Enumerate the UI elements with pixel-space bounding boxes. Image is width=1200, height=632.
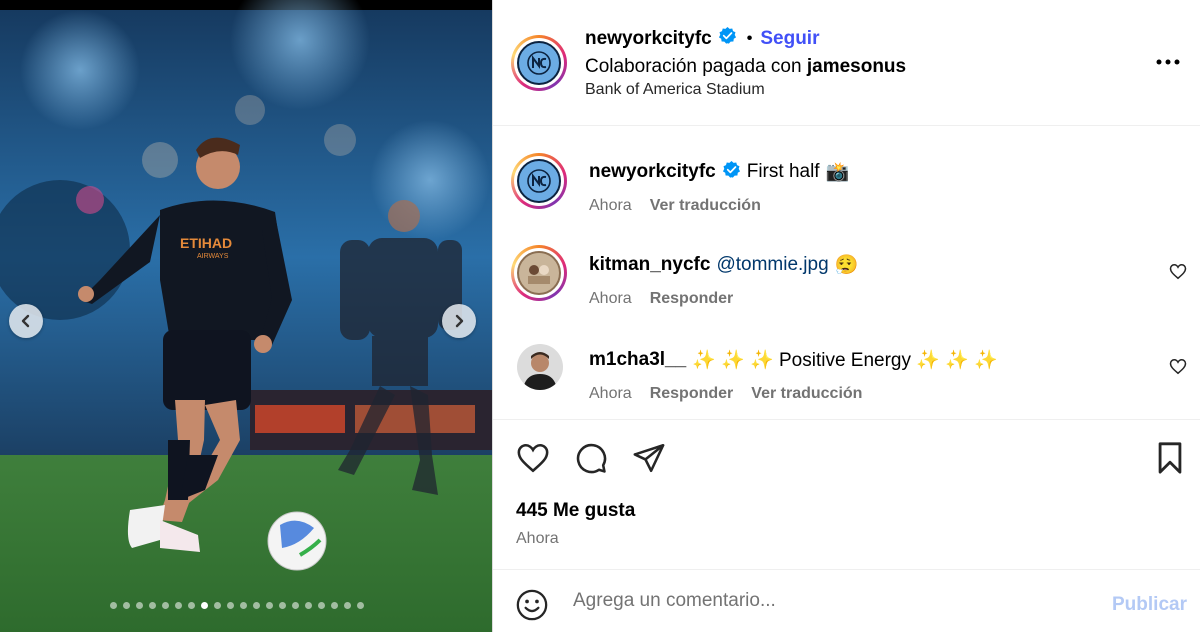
carousel-dot xyxy=(279,602,286,609)
soccer-player-photo: ETIHAD AIRWAYS xyxy=(0,0,492,632)
nycfc-logo-icon xyxy=(517,159,561,203)
header-author-line: newyorkcityfc • Seguir xyxy=(585,26,819,51)
location-link[interactable]: Bank of America Stadium xyxy=(585,81,765,99)
post-media: ETIHAD AIRWAYS xyxy=(0,0,492,632)
author-avatar[interactable] xyxy=(511,35,567,91)
commenter-avatar[interactable] xyxy=(511,245,567,301)
post-timestamp: Ahora xyxy=(516,530,559,547)
post-actions: 445 Me gusta Ahora xyxy=(493,420,1200,570)
carousel-next-button[interactable] xyxy=(442,304,476,338)
carousel-dot xyxy=(188,602,195,609)
like-button[interactable] xyxy=(516,442,550,479)
heart-outline-icon xyxy=(1169,263,1187,280)
carousel-dot xyxy=(149,602,156,609)
carousel-dot xyxy=(240,602,247,609)
paid-partnership-label: Colaboración pagada con xyxy=(585,56,802,77)
carousel-dot xyxy=(162,602,169,609)
carousel-dot xyxy=(123,602,130,609)
comment-translate-link[interactable]: Ver traducción xyxy=(751,385,862,403)
heart-outline-icon xyxy=(1169,358,1187,375)
comment-meta: Ahora Responder xyxy=(589,290,733,308)
share-button[interactable] xyxy=(632,441,666,480)
commenter-photo xyxy=(517,251,561,295)
chevron-right-icon xyxy=(455,314,464,328)
post-header: newyorkcityfc • Seguir Colaboración paga… xyxy=(493,0,1200,126)
reply-button[interactable]: Responder xyxy=(650,290,734,308)
carousel-indicator xyxy=(110,602,364,609)
likes-count[interactable]: 445 Me gusta xyxy=(516,500,635,522)
caption-username[interactable]: newyorkcityfc xyxy=(589,161,716,183)
carousel-dot xyxy=(110,602,117,609)
caption-author-avatar[interactable] xyxy=(511,153,567,209)
caption-translate-link[interactable]: Ver traducción xyxy=(650,197,761,215)
comment-text-line: kitman_nycfc @tommie.jpg 😮‍💨 xyxy=(589,253,858,277)
partner-username[interactable]: jamesonus xyxy=(807,56,906,77)
caption-meta: Ahora Ver traducción xyxy=(589,197,761,215)
commenter-avatar[interactable] xyxy=(517,344,563,390)
comment-username[interactable]: kitman_nycfc xyxy=(589,254,710,276)
carousel-dot xyxy=(136,602,143,609)
save-button[interactable] xyxy=(1155,441,1185,480)
comment-meta: Ahora Responder Ver traducción xyxy=(589,385,862,403)
carousel-dot xyxy=(344,602,351,609)
comment-mention[interactable]: @tommie.jpg xyxy=(716,254,828,276)
carousel-dot xyxy=(318,602,325,609)
caption-text-line: newyorkcityfc First half 📸 xyxy=(589,160,849,184)
carousel-dot xyxy=(253,602,260,609)
commenter-photo xyxy=(517,344,563,390)
smiley-face-icon xyxy=(516,589,548,621)
comment-bubble-icon xyxy=(576,443,607,474)
carousel-dot xyxy=(305,602,312,609)
heart-outline-icon xyxy=(517,443,549,473)
carousel-dot xyxy=(331,602,338,609)
bookmark-icon xyxy=(1158,442,1182,474)
comment-time: Ahora xyxy=(589,290,632,307)
carousel-dot xyxy=(266,602,273,609)
svg-text:ETIHAD: ETIHAD xyxy=(180,235,232,251)
comment-input[interactable] xyxy=(573,586,1093,616)
comment-text: ✨ ✨ ✨ Positive Energy ✨ ✨ ✨ xyxy=(692,350,998,371)
comment-like-button[interactable] xyxy=(1169,263,1187,285)
post-details-panel: newyorkcityfc • Seguir Colaboración paga… xyxy=(492,0,1200,632)
svg-text:AIRWAYS: AIRWAYS xyxy=(197,253,229,260)
separator-bullet: • xyxy=(746,29,753,47)
comment-button[interactable] xyxy=(574,441,608,480)
carousel-dot xyxy=(175,602,182,609)
carousel-dot xyxy=(201,602,208,609)
caption-text: First half xyxy=(746,161,820,182)
comment-composer: Publicar xyxy=(493,570,1200,632)
author-username[interactable]: newyorkcityfc xyxy=(585,28,712,50)
camera-emoji: 📸 xyxy=(825,162,850,183)
nycfc-logo-icon xyxy=(517,41,561,85)
comment-like-button[interactable] xyxy=(1169,358,1187,380)
comment-time: Ahora xyxy=(589,385,632,402)
follow-button[interactable]: Seguir xyxy=(760,28,819,50)
comment-emoji: 😮‍💨 xyxy=(834,255,859,276)
chevron-left-icon xyxy=(21,314,30,328)
verified-badge-icon xyxy=(722,160,741,184)
paper-plane-icon xyxy=(633,443,665,473)
publish-button[interactable]: Publicar xyxy=(1112,594,1187,616)
comments-list: newyorkcityfc First half 📸 Ahora Ver tra… xyxy=(493,126,1200,420)
more-options-button[interactable] xyxy=(1155,50,1181,74)
verified-badge-icon xyxy=(718,26,737,51)
comment-text-line: m1cha3l__ ✨ ✨ ✨ Positive Energy ✨ ✨ ✨ xyxy=(589,348,998,372)
carousel-dot xyxy=(227,602,234,609)
carousel-dot xyxy=(357,602,364,609)
carousel-dot xyxy=(214,602,221,609)
comment-username[interactable]: m1cha3l__ xyxy=(589,349,686,371)
emoji-picker-button[interactable] xyxy=(515,588,549,627)
paid-partnership-line: Colaboración pagada con jamesonus xyxy=(585,56,906,78)
carousel-dot xyxy=(292,602,299,609)
caption-time: Ahora xyxy=(589,197,632,214)
carousel-previous-button[interactable] xyxy=(9,304,43,338)
reply-button[interactable]: Responder xyxy=(650,385,734,403)
more-horizontal-icon xyxy=(1156,59,1180,65)
